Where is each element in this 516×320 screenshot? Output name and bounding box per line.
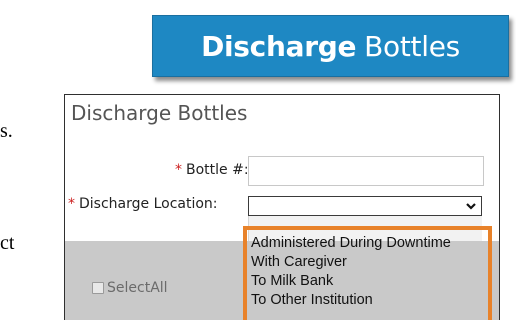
required-asterisk: * [175, 162, 182, 178]
select-all-control[interactable]: SelectAll [92, 280, 168, 296]
panel-title: Discharge Bottles [71, 101, 248, 125]
option-to-milk-bank[interactable]: To Milk Bank [251, 272, 483, 291]
banner-title-rest: Bottles [364, 29, 460, 63]
bottle-number-input[interactable] [248, 156, 484, 186]
discharge-bottles-banner: Discharge Bottles [152, 15, 509, 77]
text-fragment-2: ct [0, 232, 15, 254]
banner-title-bold: Discharge [201, 29, 357, 63]
chevron-down-icon [466, 203, 476, 210]
option-with-caregiver[interactable]: With Caregiver [251, 253, 483, 272]
bottle-number-label: * Bottle #: [175, 162, 249, 178]
select-all-checkbox[interactable] [92, 282, 104, 294]
discharge-location-options: Administered During Downtime With Caregi… [251, 234, 483, 310]
discharge-bottles-panel: Discharge Bottles * Bottle #: * Discharge … [64, 94, 500, 320]
option-to-other-institution[interactable]: To Other Institution [251, 291, 483, 310]
required-asterisk: * [68, 196, 75, 212]
select-all-label: SelectAll [107, 280, 168, 296]
discharge-location-label-text: Discharge Location: [79, 196, 218, 212]
option-administered-during-downtime[interactable]: Administered During Downtime [251, 234, 483, 253]
discharge-location-select[interactable] [248, 196, 482, 216]
text-fragment-1: s. [0, 120, 13, 142]
discharge-location-label: * Discharge Location: [68, 196, 218, 212]
bottle-number-label-text: Bottle #: [186, 162, 249, 178]
